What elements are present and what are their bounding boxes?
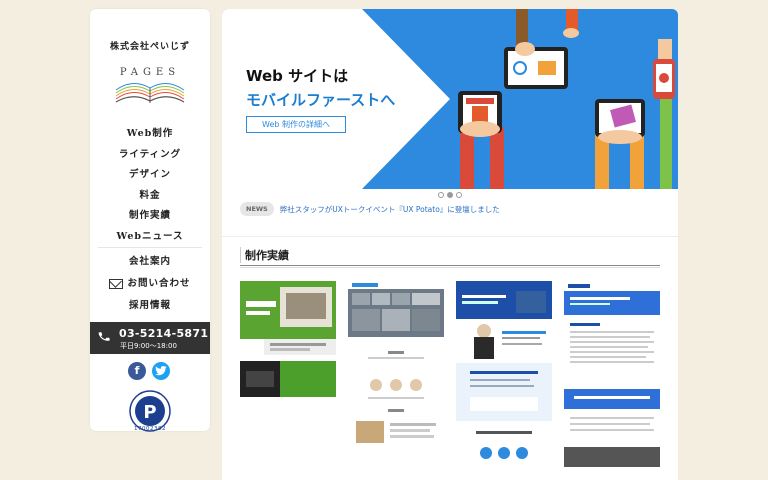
hero-title-line1: Web サイトは <box>246 67 349 85</box>
works-title-rule-2 <box>240 267 660 268</box>
book-icon <box>115 83 185 103</box>
nav-about[interactable]: 会社案内 <box>90 251 210 273</box>
carousel-dot-1[interactable] <box>438 192 444 198</box>
web-production-detail-button[interactable]: Web 制作の詳細へ <box>246 116 346 133</box>
section-divider <box>222 236 678 237</box>
facebook-icon[interactable]: f <box>128 362 146 380</box>
social-links: f <box>128 362 170 380</box>
news-tag: NEWS <box>240 202 274 216</box>
nav-writing[interactable]: ライティング <box>90 145 210 166</box>
carousel-dot-3[interactable] <box>456 192 462 198</box>
nav-pricing[interactable]: 料金 <box>90 186 210 207</box>
phone-hours: 平日9:00〜18:00 <box>120 342 177 350</box>
sidebar: 株式会社ぺいじず PAGES Web制作 ライティング デザイン 料金 制作実績… <box>90 9 210 432</box>
svg-text:P: P <box>143 402 156 423</box>
news-ticker: NEWS 弊社スタッフがUXトークイベント『UX Potato』に登壇しました <box>240 202 500 216</box>
nav-web-news[interactable]: Webニュース <box>90 227 210 248</box>
twitter-icon[interactable] <box>152 362 170 380</box>
phone-number: 03-5214-5871 <box>119 327 209 340</box>
carousel-dot-2[interactable] <box>447 192 453 198</box>
company-name[interactable]: 株式会社ぺいじず <box>90 39 210 52</box>
nav-design[interactable]: デザイン <box>90 165 210 186</box>
works-thumbnail-1[interactable] <box>240 281 336 480</box>
pages-logo[interactable]: PAGES <box>108 59 192 109</box>
works-title-rule <box>240 265 660 266</box>
nav-web-production[interactable]: Web制作 <box>90 124 210 145</box>
hero-title-line2: モバイルファーストへ <box>246 91 396 109</box>
works-thumbnail-2[interactable] <box>348 281 444 480</box>
sub-nav: 会社案内 お問い合わせ 採用情報 <box>90 251 210 317</box>
devices-illustration <box>458 9 675 189</box>
main-nav: Web制作 ライティング デザイン 料金 制作実績 Webニュース <box>90 124 210 247</box>
phone-icon <box>97 329 113 348</box>
nav-divider <box>98 247 202 248</box>
nav-contact-label: お問い合わせ <box>127 278 191 289</box>
hero-banner: Web サイトは モバイルファーストへ Web 制作の詳細へ <box>222 9 678 189</box>
nav-contact[interactable]: お問い合わせ <box>90 273 210 295</box>
news-link[interactable]: 弊社スタッフがUXトークイベント『UX Potato』に登壇しました <box>280 204 500 215</box>
nav-recruit[interactable]: 採用情報 <box>90 295 210 317</box>
privacy-mark-number: 17002382 <box>134 426 166 432</box>
works-thumbnail-4[interactable] <box>564 281 660 480</box>
nav-works[interactable]: 制作実績 <box>90 206 210 227</box>
works-thumbnail-3[interactable] <box>456 281 552 480</box>
mail-icon <box>109 279 124 289</box>
works-section-title: 制作実績 <box>240 247 289 263</box>
phone-box[interactable]: 03-5214-5871 平日9:00〜18:00 <box>90 322 210 354</box>
carousel-dots <box>438 192 462 198</box>
main-content: Web サイトは モバイルファーストへ Web 制作の詳細へ NEWS 弊社スタ… <box>222 9 678 480</box>
